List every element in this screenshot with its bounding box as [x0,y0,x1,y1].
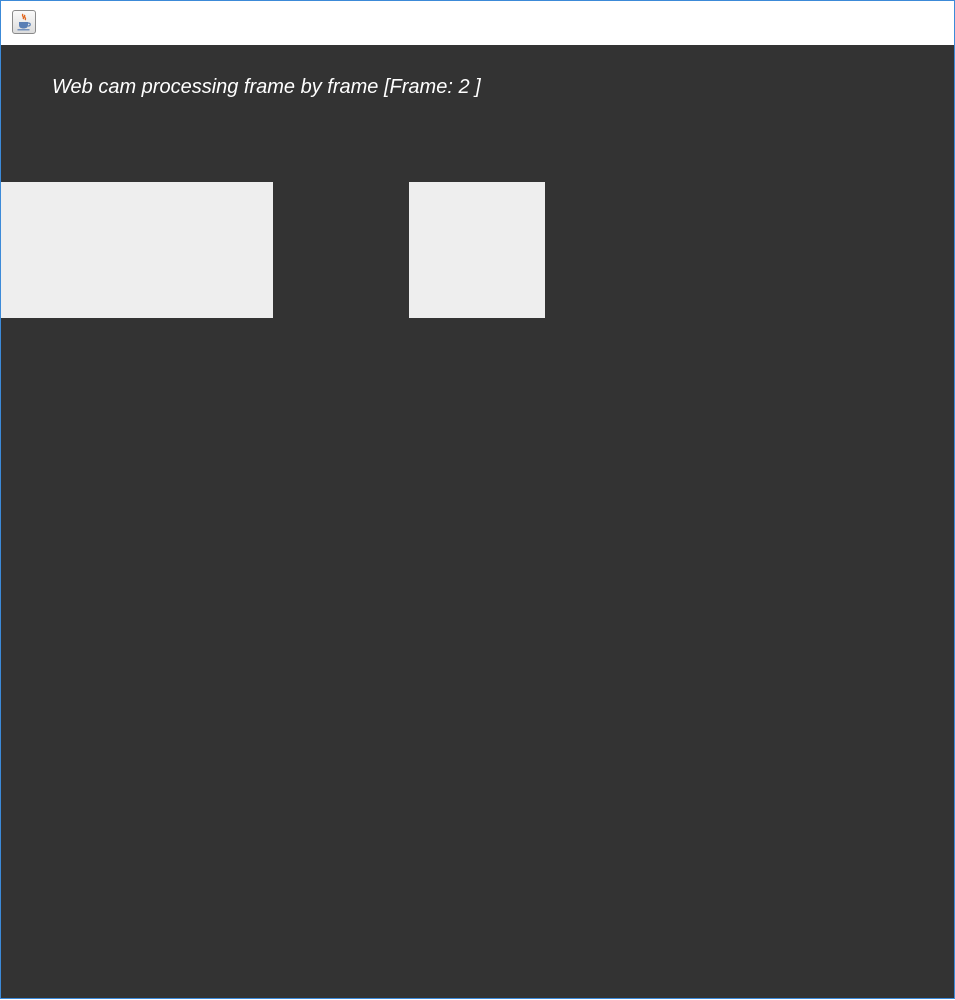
java-coffee-cup-icon[interactable] [12,10,36,34]
caption-suffix: ] [469,76,481,98]
frame-caption: Web cam processing frame by frame [Frame… [52,76,481,99]
frame-panel-left [1,182,273,318]
frame-number: 2 [458,76,470,98]
frame-panel-right [409,182,545,318]
caption-prefix: Web cam processing frame by frame [Frame… [52,76,459,98]
app-window: Web cam processing frame by frame [Frame… [0,0,955,999]
webcam-canvas: Web cam processing frame by frame [Frame… [1,45,954,998]
title-bar[interactable] [1,1,954,45]
